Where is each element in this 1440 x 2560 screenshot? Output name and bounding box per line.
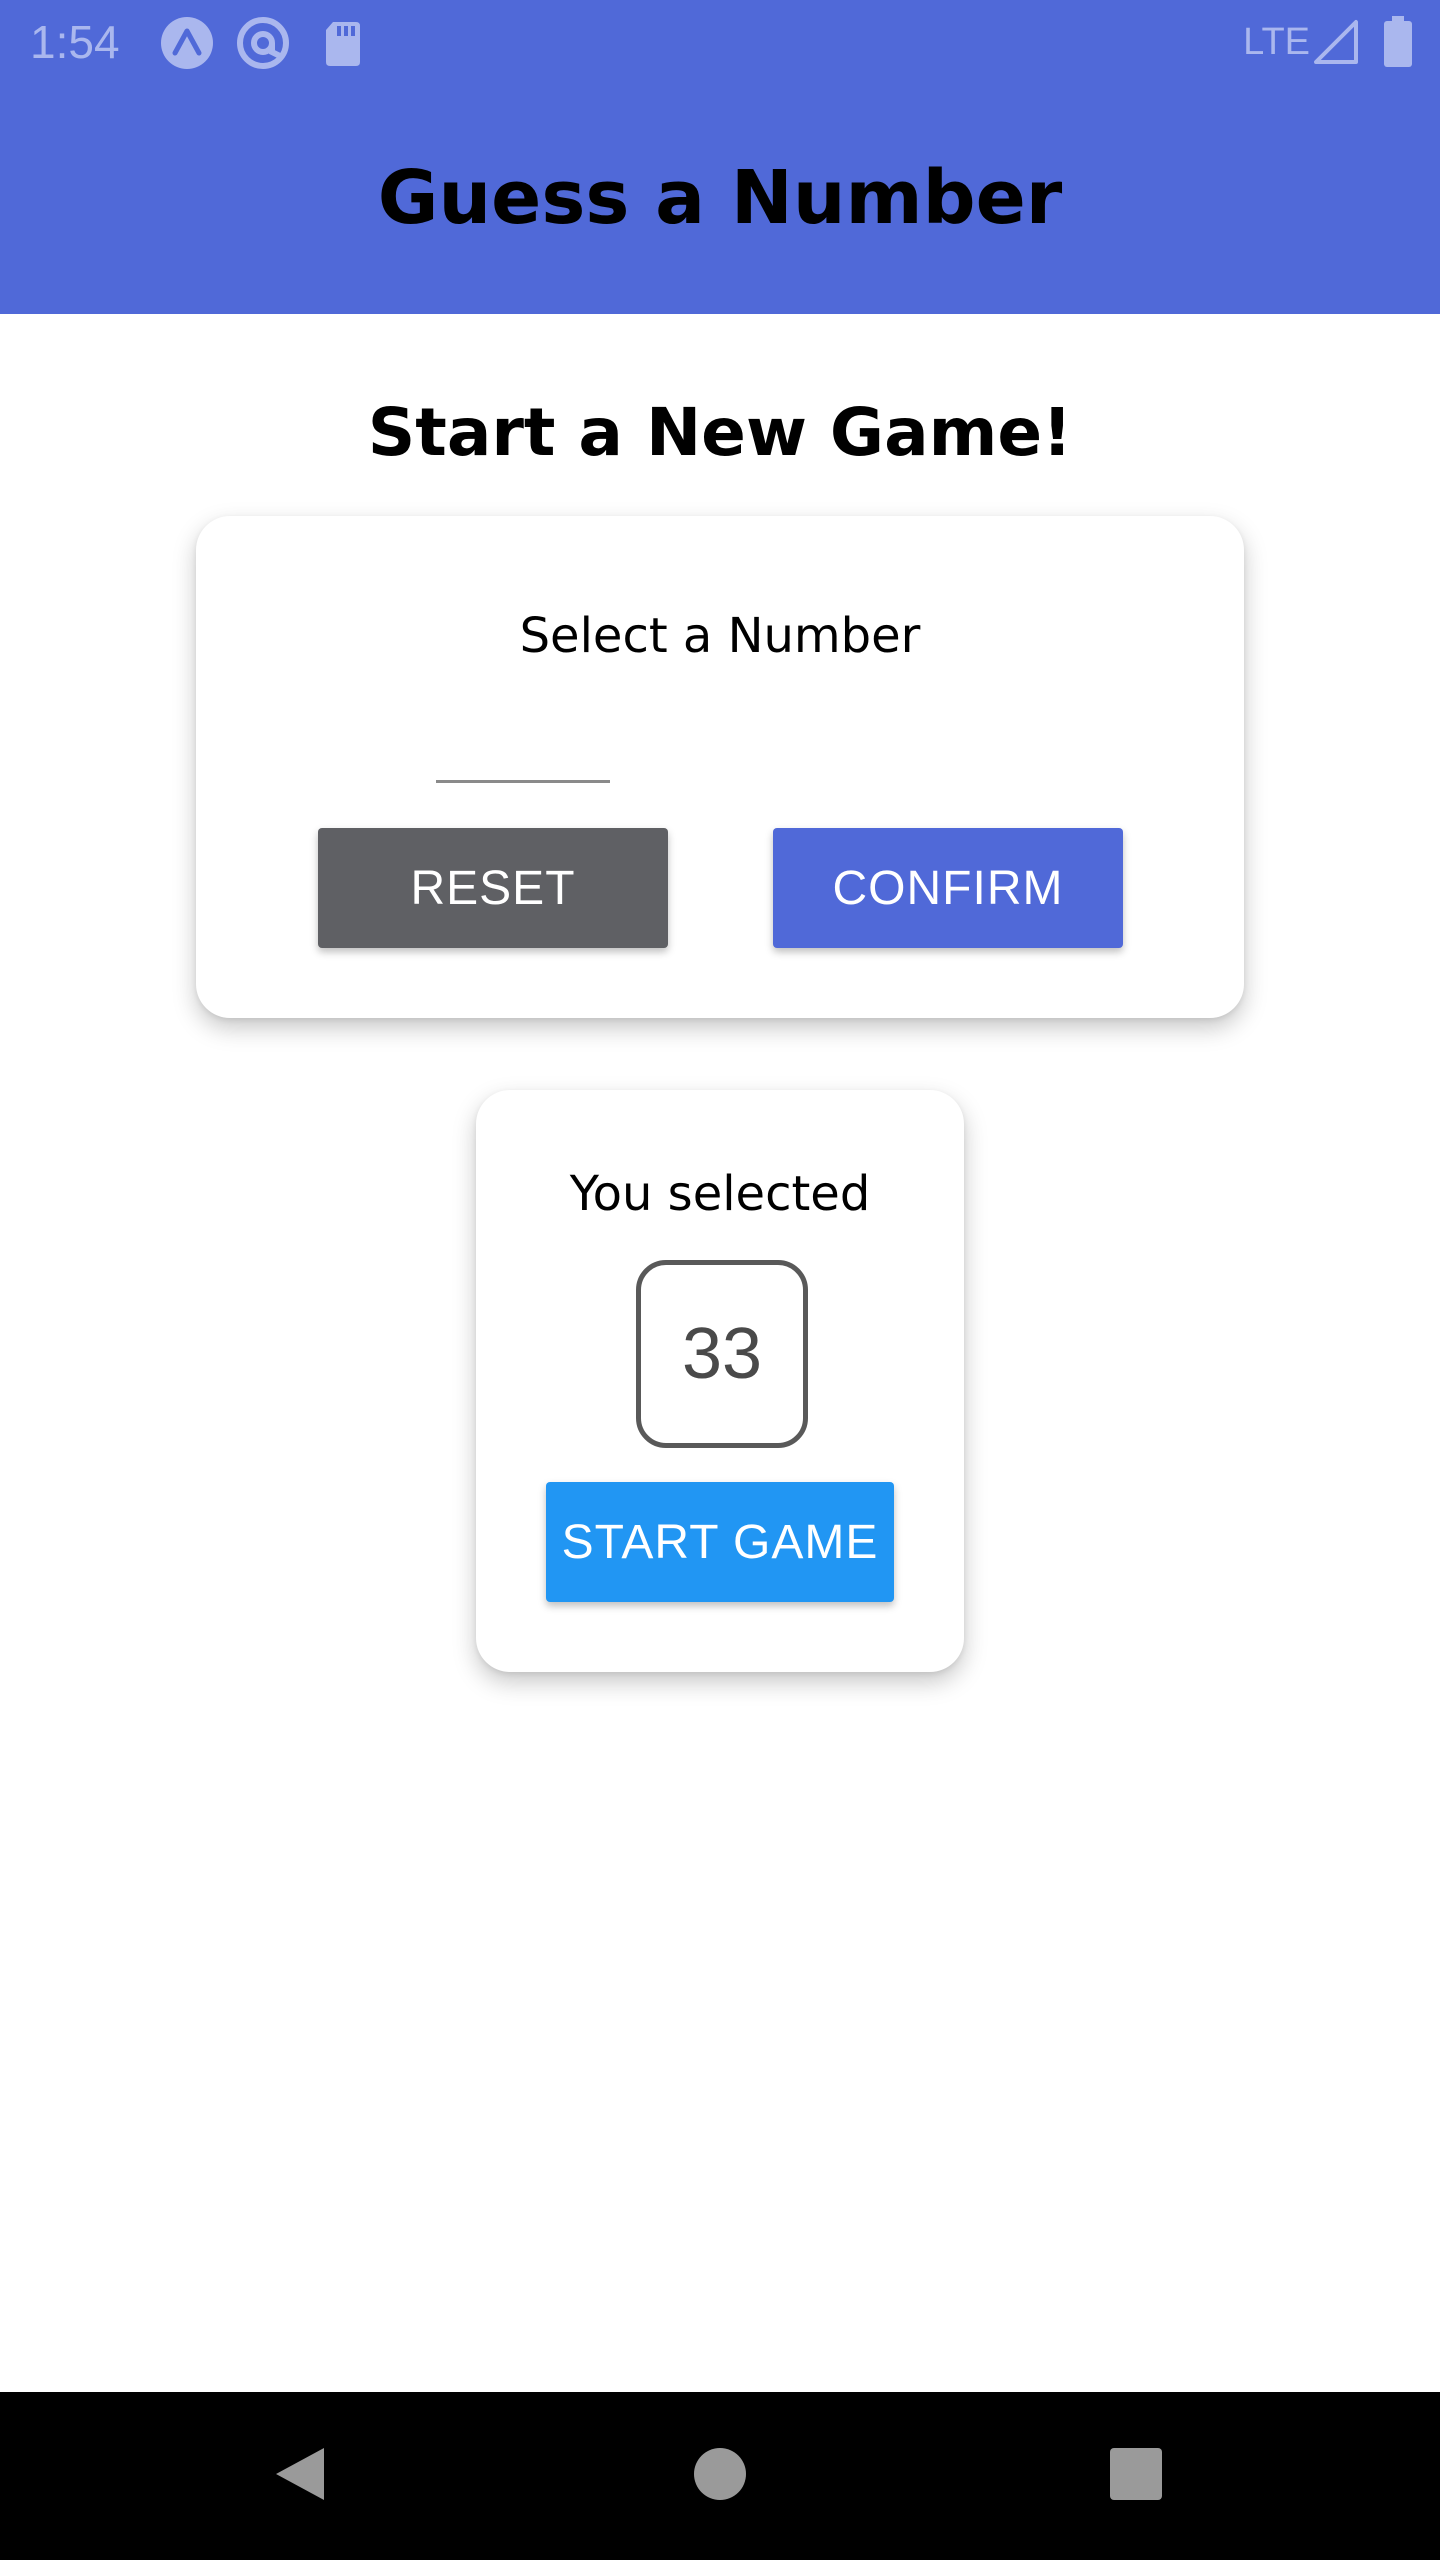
selected-number-display: 33 xyxy=(636,1260,808,1448)
number-input[interactable] xyxy=(436,720,610,783)
reset-button[interactable]: RESET xyxy=(318,828,668,948)
expo-icon xyxy=(161,17,213,69)
app-title: Guess a Number xyxy=(377,155,1063,241)
confirm-button[interactable]: CONFIRM xyxy=(773,828,1123,948)
battery-icon xyxy=(1384,16,1412,67)
at-sign-icon xyxy=(237,17,289,69)
app-header: Guess a Number xyxy=(0,84,1440,314)
network-type: LTE xyxy=(1243,21,1310,63)
status-time: 1:54 xyxy=(30,16,120,68)
back-icon[interactable] xyxy=(272,2446,328,2502)
start-game-button[interactable]: START GAME xyxy=(546,1482,894,1602)
signal-icon xyxy=(1314,20,1358,64)
select-number-label: Select a Number xyxy=(519,608,921,664)
you-selected-label: You selected xyxy=(569,1166,871,1222)
sd-card-icon xyxy=(326,22,360,66)
status-bar: 1:54 LTE xyxy=(0,0,1440,84)
home-icon[interactable] xyxy=(692,2446,748,2502)
recents-icon[interactable] xyxy=(1108,2446,1164,2502)
screen-title: Start a New Game! xyxy=(367,394,1073,471)
